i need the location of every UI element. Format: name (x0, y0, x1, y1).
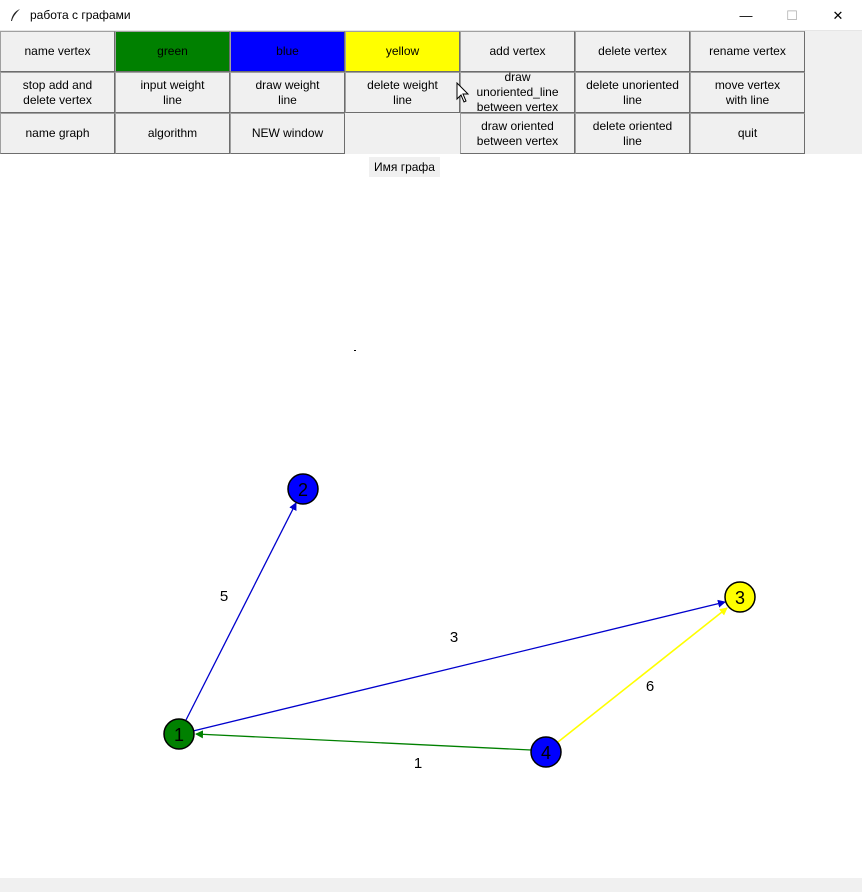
edge-4-3 (557, 607, 728, 743)
close-button[interactable]: ✕ (815, 0, 861, 31)
delete-vertex-button[interactable]: delete vertex (575, 31, 690, 72)
canvas-dot (354, 350, 356, 351)
quit-button[interactable]: quit (690, 113, 805, 154)
move-vertex-with-line-button[interactable]: move vertex with line (690, 72, 805, 113)
edge-1-3 (192, 599, 726, 732)
delete-weight-line-button[interactable]: delete weight line (345, 72, 460, 113)
rename-vertex-button[interactable]: rename vertex (690, 31, 805, 72)
vertex-3[interactable]: 3 (724, 581, 756, 613)
delete-oriented-line-button[interactable]: delete oriented line (575, 113, 690, 154)
vertex-4[interactable]: 4 (530, 736, 562, 768)
toolbar: name vertex green blue yellow add vertex… (0, 31, 862, 154)
bottom-bar (0, 878, 862, 892)
draw-unoriented-line-button[interactable]: draw unoriented_line between vertex (460, 70, 575, 114)
edge-weight-label: 3 (450, 629, 458, 646)
edge-4-1 (195, 730, 532, 751)
vertex-label: 2 (298, 480, 308, 500)
input-weight-line-button[interactable]: input weight line (115, 72, 230, 113)
feather-icon (11, 9, 20, 21)
minimize-button[interactable]: — (723, 0, 769, 31)
draw-weight-line-button[interactable]: draw weight line (230, 72, 345, 113)
algorithm-button[interactable]: algorithm (115, 113, 230, 154)
name-graph-button[interactable]: name graph (0, 113, 115, 154)
mouse-cursor-icon (456, 82, 470, 103)
vertex-label: 3 (735, 588, 745, 608)
add-vertex-button[interactable]: add vertex (460, 31, 575, 72)
graph-name-label: Имя графа (369, 157, 440, 177)
edge-1-2 (185, 502, 297, 721)
yellow-color-button[interactable]: yellow (345, 31, 460, 72)
draw-oriented-line-button[interactable]: draw oriented between vertex (460, 113, 575, 154)
graph-canvas[interactable]: 5 3 1 6 1 2 3 4 (0, 154, 862, 878)
window-title: работа с графами (30, 8, 131, 22)
green-color-button[interactable]: green (115, 31, 230, 72)
edge-weight-label: 5 (220, 588, 228, 605)
title-bar: работа с графами — ☐ ✕ (0, 0, 862, 31)
stop-add-delete-vertex-button[interactable]: stop add and delete vertex (0, 72, 115, 113)
edge-weight-label: 1 (414, 755, 422, 772)
edge-weight-label: 6 (646, 678, 654, 695)
empty-button (345, 113, 460, 154)
new-window-button[interactable]: NEW window (230, 113, 345, 154)
vertex-1[interactable]: 1 (163, 718, 195, 750)
maximize-button[interactable]: ☐ (769, 0, 815, 31)
vertex-label: 1 (174, 725, 184, 745)
blue-color-button[interactable]: blue (230, 31, 345, 72)
vertex-label: 4 (541, 743, 551, 763)
name-vertex-button[interactable]: name vertex (0, 31, 115, 72)
vertex-2[interactable]: 2 (287, 473, 319, 505)
delete-unoriented-line-button[interactable]: delete unoriented line (575, 72, 690, 113)
